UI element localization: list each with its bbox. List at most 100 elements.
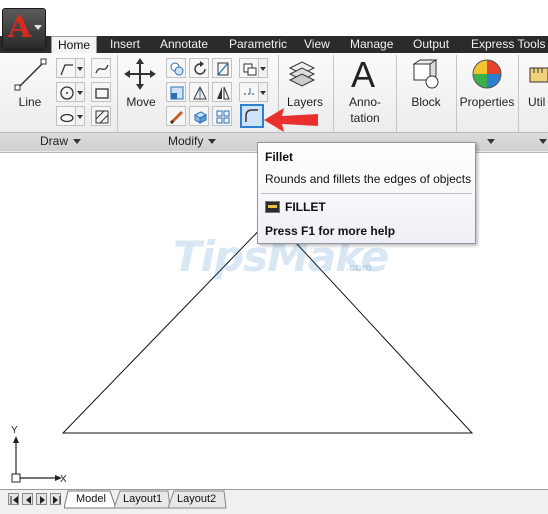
rotate-icon	[194, 61, 206, 75]
array-grid-icon	[216, 110, 230, 124]
next-icon	[40, 496, 45, 504]
tab-insert[interactable]: Insert	[110, 36, 140, 53]
next-layout-button[interactable]	[36, 493, 47, 505]
tooltip-title: Fillet	[265, 150, 294, 164]
command-line-icon	[265, 201, 280, 213]
copy-button[interactable]	[166, 58, 186, 78]
chevron-down-icon	[34, 25, 42, 30]
chevron-down-icon	[208, 139, 217, 145]
cube-icon	[193, 111, 208, 124]
first-layout-button[interactable]	[8, 493, 19, 505]
last-icon	[53, 496, 61, 504]
copy-icon	[170, 62, 184, 76]
circle-icon	[60, 86, 74, 100]
red-arrow-icon	[264, 108, 318, 132]
tab-annotate[interactable]: Annotate	[160, 36, 208, 53]
first-icon	[10, 496, 18, 504]
array-button[interactable]	[212, 106, 232, 126]
application-menu-button[interactable]: A	[2, 8, 46, 50]
tooltip-divider	[261, 193, 472, 194]
trim-icon	[217, 62, 229, 76]
tab-parametric[interactable]: Parametric	[229, 36, 287, 53]
modify-panel-label: Modify	[168, 134, 204, 148]
ucs-axis-icon	[11, 436, 62, 483]
utilities-button-label[interactable]: Util	[528, 95, 548, 110]
hatch-icon	[95, 110, 109, 124]
spline-button[interactable]	[91, 58, 111, 78]
move-button-label[interactable]: Move	[120, 95, 162, 110]
annotation-label-line2[interactable]: tation	[340, 111, 390, 126]
previous-layout-button[interactable]	[22, 493, 33, 505]
tab-manage[interactable]: Manage	[350, 36, 393, 53]
layers-icon	[288, 61, 316, 87]
chevron-down-icon	[487, 139, 495, 145]
autocad-logo-icon: A	[8, 10, 32, 45]
mirror-button[interactable]	[189, 82, 209, 102]
fillet-icon	[245, 109, 258, 122]
explode-button[interactable]	[239, 82, 259, 102]
scale-button[interactable]	[166, 106, 186, 126]
tooltip-help: Press F1 for more help	[265, 224, 396, 238]
fillet-mirror-button[interactable]	[212, 82, 232, 102]
layers-button-label[interactable]: Layers	[284, 95, 326, 110]
stretch-button[interactable]	[166, 82, 186, 102]
mirror-icon	[193, 85, 207, 100]
erase-icon	[243, 63, 257, 76]
fillet-tooltip: Fillet Rounds and fillets the edges of o…	[257, 142, 476, 244]
ellipse-icon	[60, 113, 74, 123]
properties-button-label[interactable]: Properties	[458, 95, 516, 110]
polyline-icon	[60, 64, 73, 76]
block-icon	[412, 59, 439, 89]
fillet-button[interactable]	[240, 104, 264, 128]
chevron-down-icon	[73, 139, 82, 145]
utilities-ruler-icon	[529, 67, 548, 83]
erase-dropdown[interactable]	[259, 58, 268, 78]
tab-view[interactable]: View	[304, 36, 330, 53]
properties-color-wheel-icon	[472, 59, 502, 89]
line-icon	[14, 58, 47, 91]
stretch-icon	[170, 86, 184, 100]
utilities-panel-expander[interactable]	[534, 133, 547, 149]
rectangle-button[interactable]	[91, 82, 111, 102]
chevron-down-icon	[539, 139, 547, 145]
circle-button[interactable]	[56, 82, 76, 102]
annotation-a-icon: A	[351, 54, 376, 95]
watermark-suffix: .com	[346, 262, 372, 274]
draw-panel-title[interactable]: Draw	[40, 133, 82, 149]
ucs-x-label: X	[60, 474, 67, 485]
hatch-button[interactable]	[91, 106, 111, 126]
erase-button[interactable]	[239, 58, 259, 78]
pencil-icon	[169, 110, 184, 125]
polyline-button[interactable]	[56, 58, 76, 78]
rotate-button[interactable]	[189, 58, 209, 78]
title-bar	[0, 0, 548, 37]
previous-icon	[26, 496, 31, 504]
tab-output[interactable]: Output	[413, 36, 449, 53]
draw-panel-label: Draw	[40, 134, 69, 148]
modify-panel-title[interactable]: Modify	[168, 133, 217, 149]
polyline-dropdown[interactable]	[76, 58, 85, 78]
trim-button[interactable]	[212, 58, 232, 78]
ribbon-tab-bar: Home Insert Annotate Parametric View Man…	[0, 36, 548, 55]
properties-panel-expander[interactable]	[482, 133, 495, 149]
arc-button[interactable]	[56, 106, 76, 126]
mirror-triangle-icon	[217, 86, 230, 100]
explode-icon	[244, 88, 256, 95]
array-3d-button[interactable]	[189, 106, 209, 126]
layout-tab-layout1[interactable]: Layout1	[123, 491, 162, 507]
explode-dropdown[interactable]	[259, 82, 268, 102]
ucs-y-label: Y	[11, 425, 18, 436]
spline-icon	[95, 64, 109, 74]
arc-dropdown[interactable]	[76, 106, 85, 126]
line-button-label[interactable]: Line	[10, 95, 50, 110]
annotation-label-line1[interactable]: Anno-	[340, 95, 390, 110]
layout-tab-layout2[interactable]: Layout2	[177, 491, 216, 507]
move-icon	[124, 58, 156, 90]
last-layout-button[interactable]	[50, 493, 61, 505]
layout-tab-model[interactable]: Model	[76, 491, 106, 507]
tab-express-tools[interactable]: Express Tools	[471, 36, 545, 53]
circle-dropdown[interactable]	[76, 82, 85, 102]
block-button-label[interactable]: Block	[404, 95, 448, 110]
rectangle-icon	[95, 88, 109, 99]
tooltip-command: FILLET	[285, 200, 326, 214]
